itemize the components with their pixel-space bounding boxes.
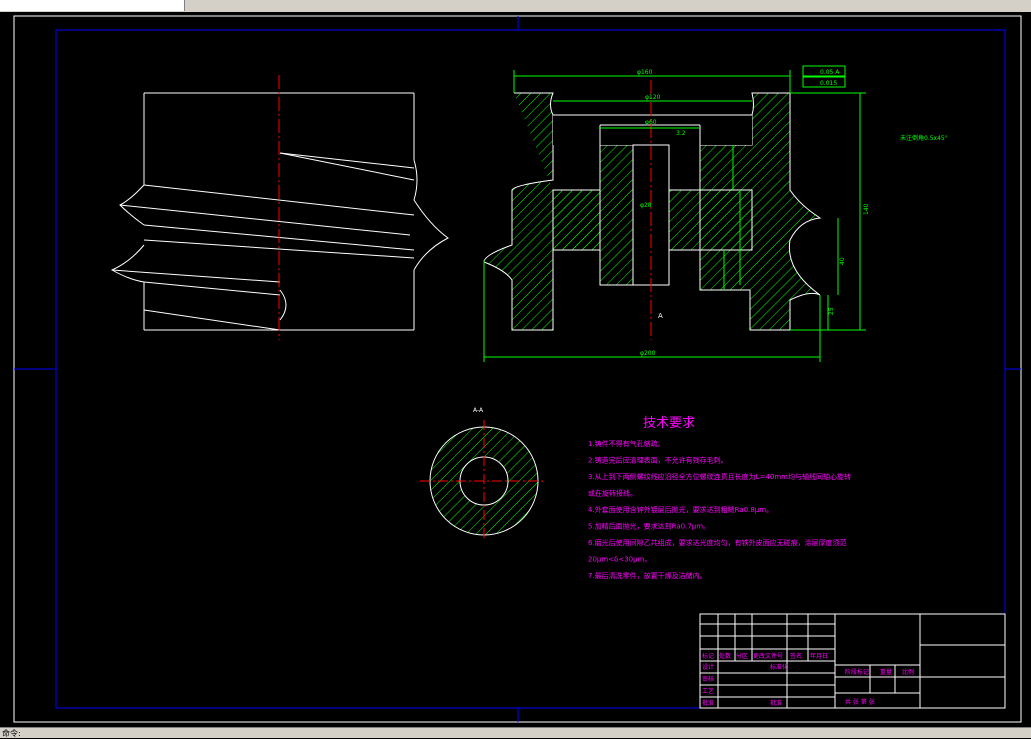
dim-top-inner: φ120 — [645, 94, 661, 101]
requirement-line: 4.外套面使用含锌外镀层后抛光，要求达到粗糙Ra0.8μm。 — [588, 505, 773, 514]
requirement-line: 3.从上到下两侧螺纹线应沿径全方位螺纹连贯且长度为L=40mm均与轴线同轴心旋转 — [588, 472, 851, 481]
technical-requirements: 技术要求 1.铸件不得有气孔缩疏。 2.铸造完后应清理表面，不允许有残存毛刺。 3.… — [588, 416, 851, 580]
tb-approve2: 批准 — [770, 699, 782, 707]
dim-top-outer: φ160 — [637, 69, 653, 76]
dim-height: 140 — [863, 203, 870, 215]
command-line-status[interactable]: 命令: — [0, 727, 1031, 738]
dim-bottom: φ200 — [640, 350, 656, 357]
title-block-header-cell: 签名 — [790, 652, 802, 660]
front-view-roller — [110, 92, 449, 331]
drawing-svg: φ160 φ120 φ60 φ28 φ200 140 40 25 0.05 A … — [13, 15, 1022, 723]
requirement-line: 2.铸造完后应清理表面，不允许有残存毛刺。 — [588, 456, 728, 465]
dim-hub: φ60 — [645, 119, 657, 126]
gdt-label-1: 0.05 A — [820, 69, 840, 76]
title-block — [699, 613, 1006, 709]
tb-design: 设计 — [702, 663, 714, 671]
tb-process: 工艺 — [702, 687, 714, 695]
dim-right-small: 25 — [828, 307, 835, 315]
requirement-line: 7.最后清洗零件，放置干燥及洁储内。 — [588, 571, 707, 580]
datum-a: A — [658, 312, 663, 320]
requirement-line: 5.加精后面抛光，要求达到Ra0.7μm。 — [588, 522, 710, 531]
cad-drawing-canvas[interactable]: φ160 φ120 φ60 φ28 φ200 140 40 25 0.05 A … — [0, 12, 1031, 727]
title-block-header-cell: 处数 — [719, 652, 731, 660]
sheet-border — [13, 15, 1022, 723]
tb-approve: 批准 — [702, 699, 714, 707]
tb-standard: 标准化 — [770, 663, 788, 671]
tb-sheets: 共 张 第 张 — [845, 698, 875, 706]
dim-bore: φ28 — [640, 202, 652, 209]
roughness-label: 3.2 — [676, 130, 686, 137]
tb-check: 审核 — [702, 675, 714, 683]
title-block-header-cell: 年月日 — [810, 652, 828, 660]
tb-stage: 阶段标记 — [845, 668, 869, 676]
tech-title: 技术要求 — [643, 416, 695, 431]
tb-weight: 重量 — [880, 668, 892, 676]
requirement-line: 20μm<δ<30μm。 — [588, 556, 651, 564]
section-a-a: A-A — [420, 407, 545, 540]
requirement-line: 6.磨光后使用间隙乙共组成，要求达光度均匀，有铁外皮面应无碰痕，涂层厚度须范 — [588, 538, 847, 547]
section-a-a-label: A-A — [473, 407, 484, 414]
section-mark-label: A — [658, 312, 663, 320]
requirement-line: 1.铸件不得有气孔缩疏。 — [588, 439, 665, 448]
tb-scale: 比例 — [902, 668, 914, 676]
requirement-line: 或在旋转接线。 — [588, 489, 637, 498]
title-block-header-cell: 标记 — [702, 652, 714, 660]
document-tab[interactable] — [0, 0, 185, 11]
dim-groove: 40 — [839, 257, 846, 265]
gdt-label-2: 0.015 — [820, 80, 837, 87]
title-block-header-cell: 分区 — [736, 652, 748, 660]
title-block-header-cell: 更改文件号 — [753, 652, 783, 660]
section-view — [483, 92, 822, 331]
chamfer-note: 未注倒角0.5x45° — [900, 134, 948, 142]
